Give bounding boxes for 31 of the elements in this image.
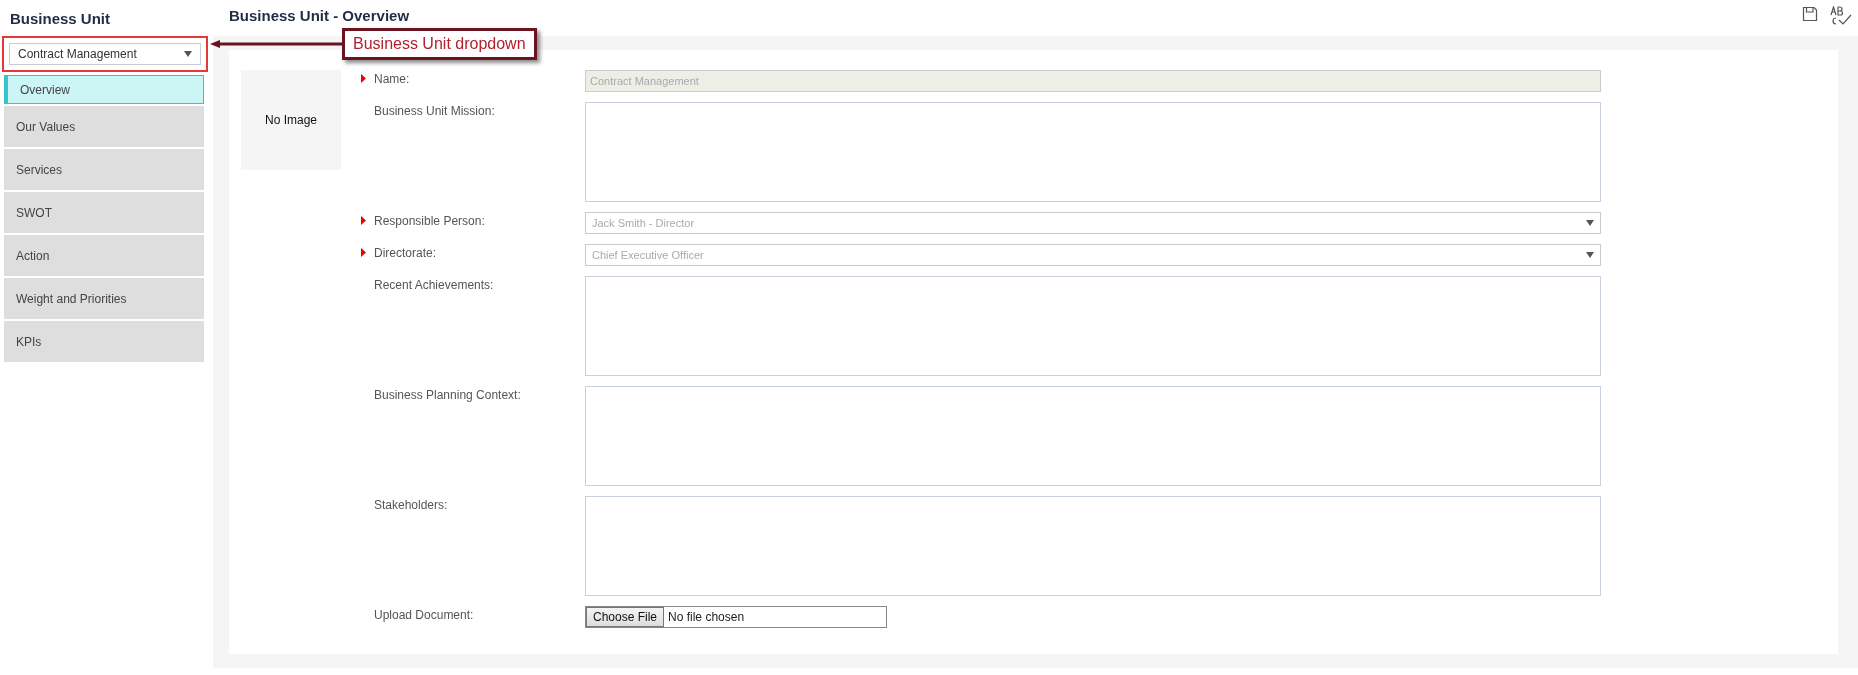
text-area[interactable] <box>585 496 1601 596</box>
nav-item[interactable]: Action <box>4 235 204 276</box>
nav-item[interactable]: SWOT <box>4 192 204 233</box>
callout-label: Business Unit dropdown <box>342 28 537 60</box>
nav-item[interactable]: Weight and Priorities <box>4 278 204 319</box>
file-field[interactable]: Choose File No file chosen <box>585 606 887 628</box>
field-label: Business Unit Mission: <box>374 104 495 118</box>
caret-icon <box>1586 252 1594 258</box>
text-area[interactable] <box>585 386 1601 486</box>
field-label: Directorate: <box>374 246 437 260</box>
field-label: Name: <box>374 72 410 86</box>
nav-item[interactable]: KPIs <box>4 321 204 362</box>
text-area[interactable] <box>585 102 1601 202</box>
caret-icon <box>1586 220 1594 226</box>
spellcheck-icon[interactable] <box>1830 6 1852 26</box>
field-label: Upload Document: <box>374 608 474 622</box>
field-label: Stakeholders: <box>374 498 448 512</box>
field-label: Recent Achievements: <box>374 278 494 292</box>
field-label: Business Planning Context: <box>374 388 521 402</box>
text-area[interactable] <box>585 276 1601 376</box>
business-unit-dropdown[interactable]: Contract Management <box>9 43 201 65</box>
nav-item[interactable]: Our Values <box>4 106 204 147</box>
nav-item[interactable]: Overview <box>4 75 204 104</box>
file-status: No file chosen <box>667 610 745 624</box>
page-title: Business Unit - Overview <box>229 6 410 24</box>
field-label: Responsible Person: <box>374 214 485 228</box>
choose-file-button[interactable]: Choose File <box>586 607 665 627</box>
caret-icon <box>184 51 192 57</box>
nav-item[interactable]: Services <box>4 149 204 190</box>
sidebar-title: Business Unit <box>9 9 112 29</box>
no-image-text: No Image <box>265 113 317 127</box>
